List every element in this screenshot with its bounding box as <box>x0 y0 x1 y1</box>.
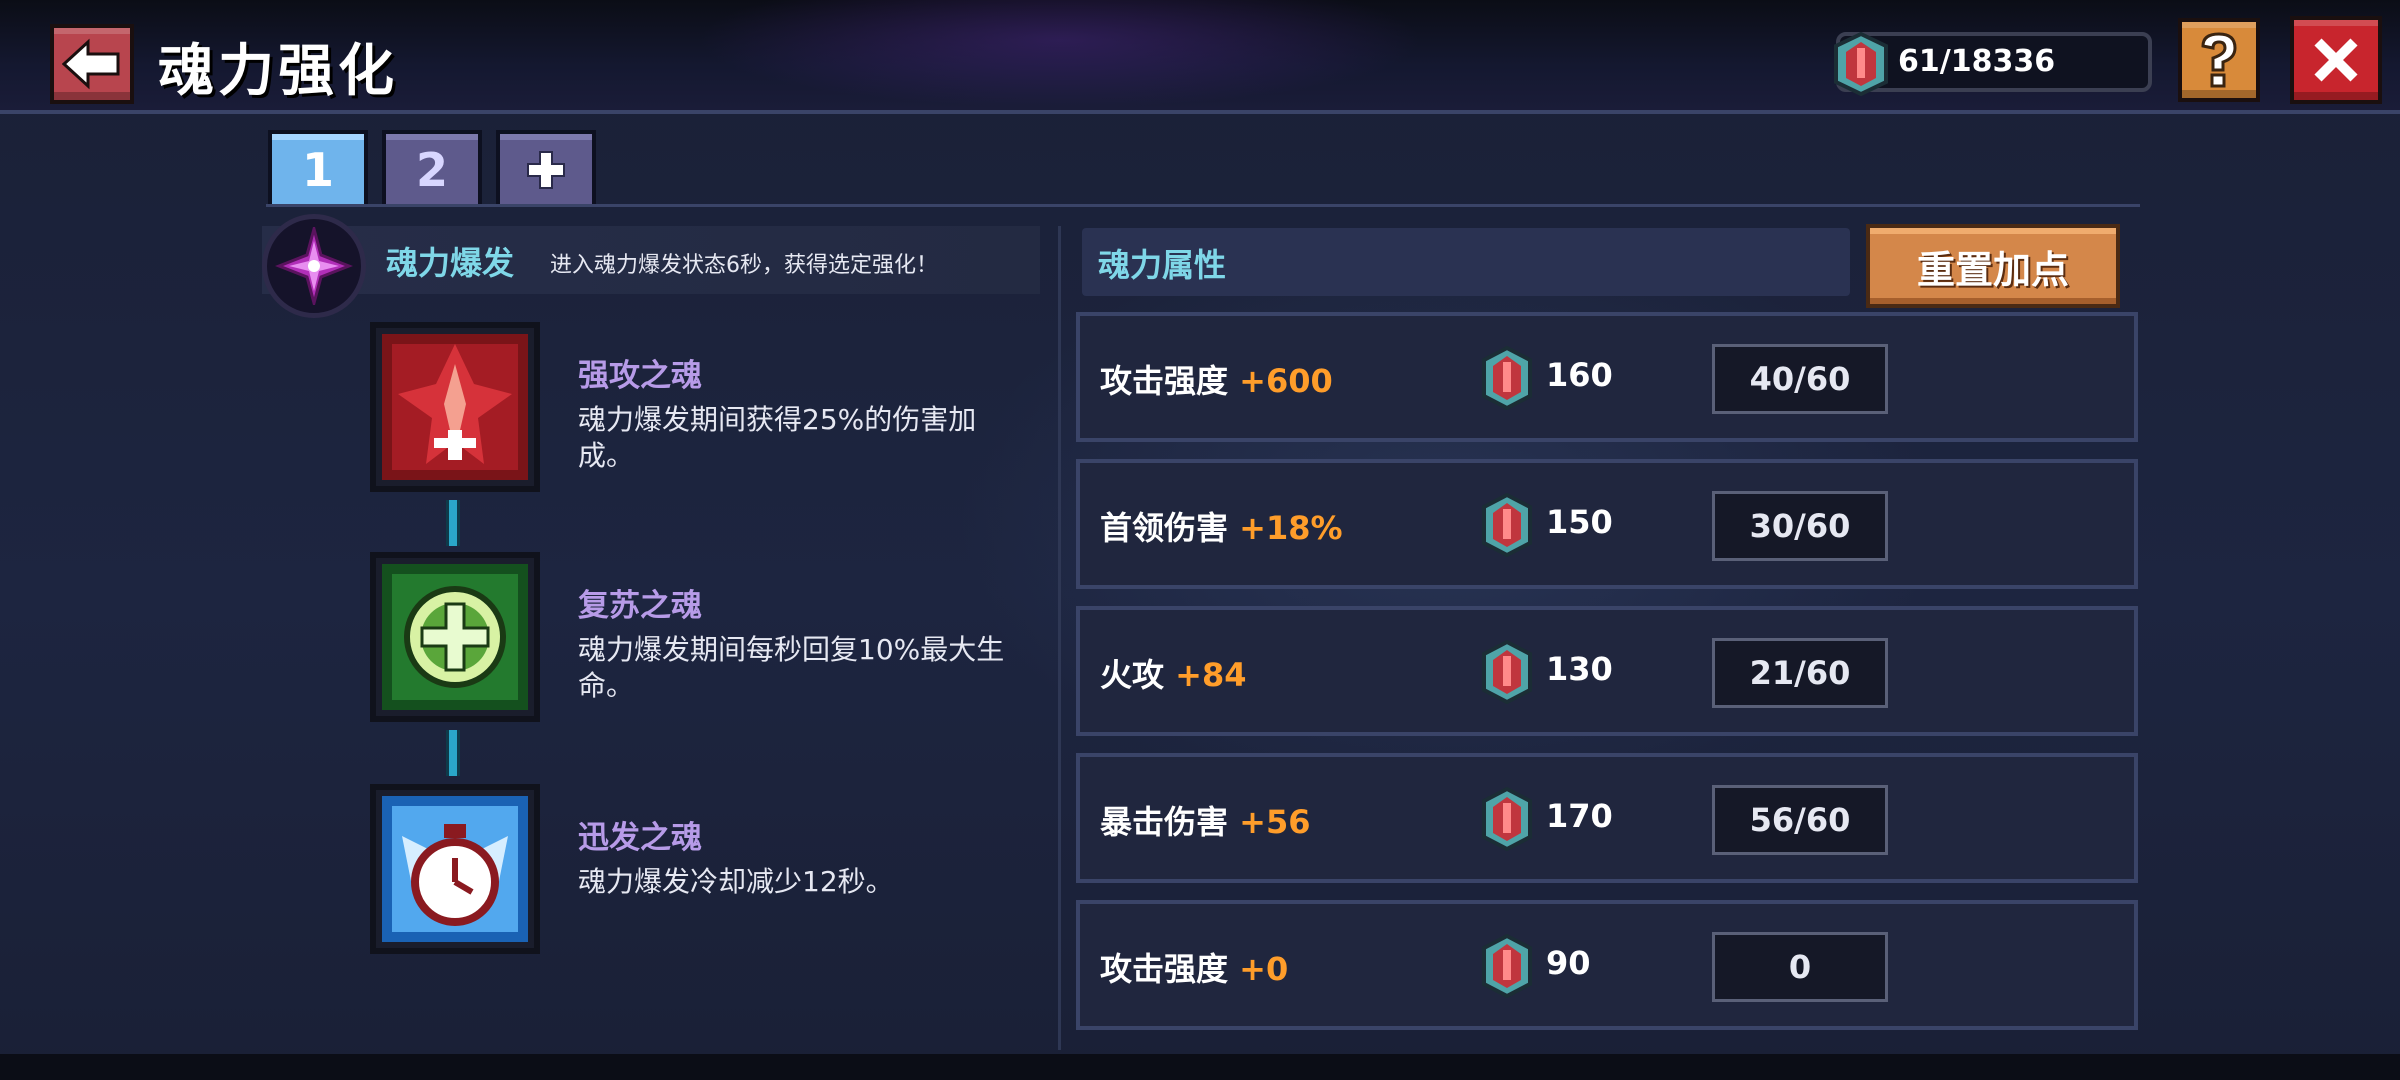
attribute-row: 首领伤害 +18% 150 30/60 <box>1076 459 2138 589</box>
tab-1[interactable]: 1 <box>268 130 368 206</box>
attribute-cost: 130 <box>1546 650 1613 688</box>
attribute-bonus: +600 <box>1239 362 1333 400</box>
attribute-row: 暴击伤害 +56 170 56/60 <box>1076 753 2138 883</box>
soul-gem-icon <box>1834 32 1888 96</box>
attribute-bonus: +56 <box>1239 803 1311 841</box>
arrow-left-icon <box>62 38 120 90</box>
skill-name-swift: 迅发之魂 <box>578 820 702 856</box>
burst-description: 进入魂力爆发状态6秒，获得选定强化！ <box>550 253 938 278</box>
attribute-label: 暴击伤害 +56 <box>1100 803 1311 841</box>
attribute-level-box[interactable]: 0 <box>1712 932 1888 1002</box>
skill-name-revive: 复苏之魂 <box>578 588 702 624</box>
skill-slot-swift[interactable] <box>370 784 540 954</box>
attribute-level-box[interactable]: 21/60 <box>1712 638 1888 708</box>
soul-gem-icon <box>1482 346 1532 410</box>
attribute-label: 攻击强度 +600 <box>1100 362 1333 400</box>
skill-slot-power[interactable] <box>370 322 540 492</box>
power-soul-icon <box>382 334 528 480</box>
close-icon <box>2314 38 2358 82</box>
skill-desc-revive: 魂力爆发期间每秒回复10%最大生命。 <box>578 633 1005 702</box>
skill-name-power: 强攻之魂 <box>578 358 702 394</box>
attribute-bonus: +84 <box>1175 656 1247 694</box>
attribute-cost: 160 <box>1546 356 1613 394</box>
attribute-label: 攻击强度 +0 <box>1100 950 1289 988</box>
skill-desc-power: 魂力爆发期间获得25%的伤害加成。 <box>578 403 977 472</box>
attribute-cost: 90 <box>1546 944 1591 982</box>
skill-connector <box>446 730 460 776</box>
reset-points-button[interactable]: 重置加点 <box>1866 224 2120 308</box>
swift-soul-icon <box>382 796 528 942</box>
attribute-label: 火攻 +84 <box>1100 656 1247 694</box>
tab-underline <box>266 204 2140 207</box>
soul-gem-icon <box>1482 640 1532 704</box>
page-title: 魂力强化 <box>158 39 398 104</box>
attribute-bonus: +0 <box>1239 950 1289 988</box>
soul-gem-icon <box>1482 493 1532 557</box>
skill-desc-swift: 魂力爆发冷却减少12秒。 <box>578 865 894 898</box>
tab-add[interactable] <box>496 130 596 206</box>
soul-gem-icon <box>1482 787 1532 851</box>
attribute-level-box[interactable]: 56/60 <box>1712 785 1888 855</box>
question-icon <box>2201 32 2237 88</box>
burst-icon <box>262 214 366 318</box>
skill-connector <box>446 500 460 546</box>
attributes-title: 魂力属性 <box>1098 246 1227 284</box>
attribute-row: 火攻 +84 130 21/60 <box>1076 606 2138 736</box>
crystal-star-icon <box>275 227 353 305</box>
bottom-bar <box>0 1054 2400 1080</box>
attribute-cost: 170 <box>1546 797 1613 835</box>
attribute-cost: 150 <box>1546 503 1613 541</box>
tab-2[interactable]: 2 <box>382 130 482 206</box>
soul-gem-icon <box>1482 934 1532 998</box>
close-button[interactable] <box>2290 16 2382 104</box>
attribute-row: 攻击强度 +0 90 0 <box>1076 900 2138 1030</box>
currency-value: 61/18336 <box>1898 44 2056 79</box>
attribute-row: 攻击强度 +600 160 40/60 <box>1076 312 2138 442</box>
attribute-bonus: +18% <box>1239 509 1343 547</box>
plus-icon <box>527 151 565 189</box>
skill-slot-revive[interactable] <box>370 552 540 722</box>
panel-divider <box>1058 226 1061 1050</box>
back-button[interactable] <box>50 24 134 104</box>
top-bar-glow <box>560 0 1560 112</box>
attribute-level-box[interactable]: 40/60 <box>1712 344 1888 414</box>
attribute-level-box[interactable]: 30/60 <box>1712 491 1888 561</box>
burst-title: 魂力爆发 <box>386 244 515 282</box>
help-button[interactable] <box>2178 18 2260 102</box>
revive-soul-icon <box>382 564 528 710</box>
attribute-label: 首领伤害 +18% <box>1100 509 1343 547</box>
